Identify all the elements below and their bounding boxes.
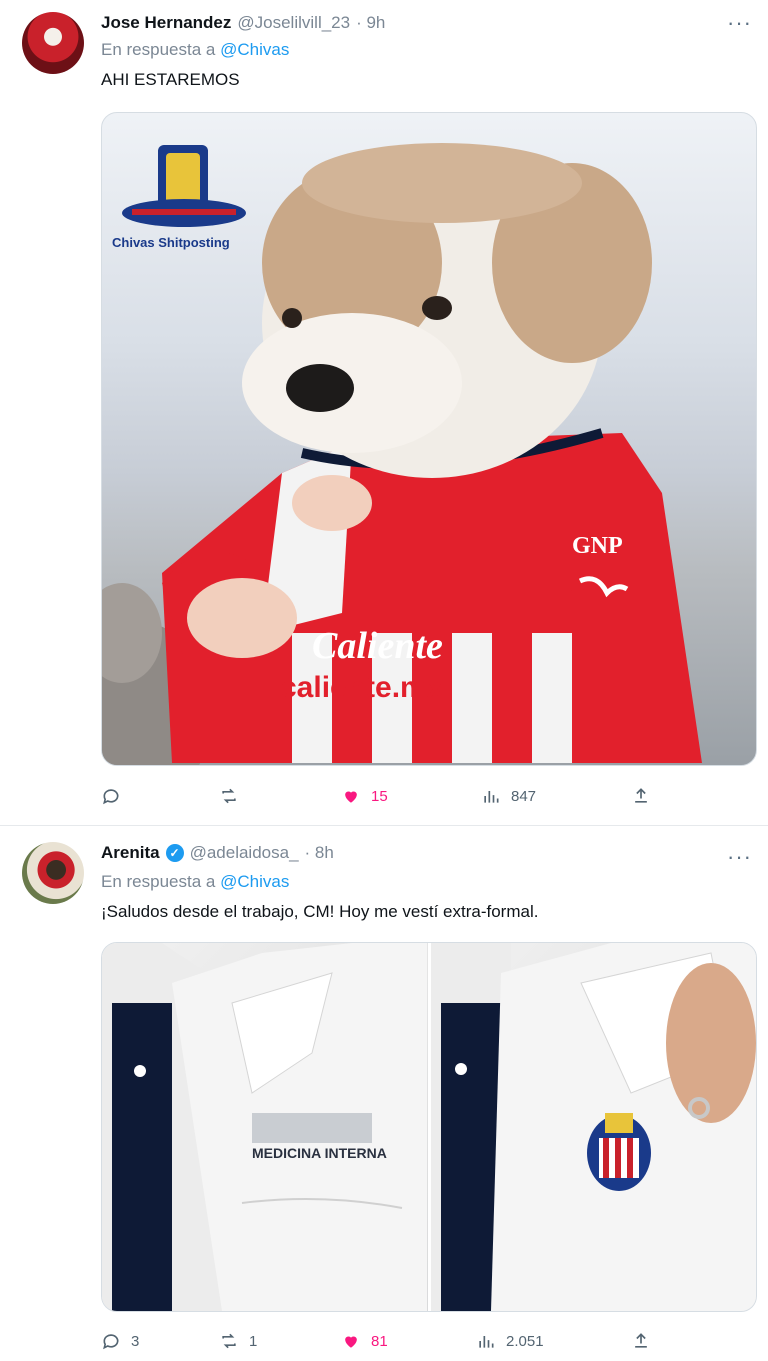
reply-action[interactable]: [101, 786, 131, 806]
tweet-images: MEDICINA INTERNA: [101, 942, 757, 1312]
avatar[interactable]: [22, 12, 84, 74]
chivas-logo: [122, 145, 246, 227]
action-bar: 15 847: [101, 781, 661, 811]
share-icon: [635, 1333, 647, 1348]
author-name[interactable]: Jose Hernandez: [101, 13, 231, 33]
tweet-photo-left[interactable]: MEDICINA INTERNA: [102, 943, 428, 1311]
avatar[interactable]: [22, 842, 84, 904]
more-options-icon[interactable]: ···: [727, 844, 752, 870]
reply-icon: [103, 789, 119, 805]
author-name[interactable]: Arenita: [101, 843, 160, 863]
reply-handle-link[interactable]: @Chivas: [220, 40, 289, 59]
tweet-text: ¡Saludos desde el trabajo, CM! Hoy me ve…: [101, 902, 539, 921]
more-options-icon[interactable]: ···: [727, 10, 752, 36]
jersey-script: Caliente: [312, 625, 443, 667]
share-action[interactable]: [631, 786, 651, 806]
reply-prefix: En respuesta a: [101, 40, 216, 59]
author-handle[interactable]: @adelaidosa_: [190, 843, 299, 863]
like-action[interactable]: 15: [341, 786, 388, 806]
reply-count: 3: [131, 1332, 140, 1350]
reply-prefix: En respuesta a: [101, 872, 216, 891]
embroidery-text: MEDICINA INTERNA: [252, 1145, 387, 1161]
tweet-header: Arenita ✓ @adelaidosa_ · 8h: [101, 840, 334, 866]
tweet-2[interactable]: Arenita ✓ @adelaidosa_ · 8h ··· En respu…: [0, 826, 768, 1361]
views-action[interactable]: 2.051: [476, 1331, 544, 1351]
reply-action[interactable]: 3: [101, 1331, 139, 1351]
view-count: 2.051: [506, 1332, 544, 1350]
like-count: 81: [371, 1332, 388, 1350]
share-icon: [635, 788, 647, 803]
retweet-icon: [222, 788, 236, 804]
share-action[interactable]: [631, 1331, 651, 1351]
timestamp[interactable]: · 8h: [305, 843, 334, 863]
like-count: 15: [371, 787, 388, 805]
retweet-action[interactable]: [219, 786, 249, 806]
view-count: 847: [511, 787, 537, 805]
tweet-photo-right[interactable]: [430, 943, 756, 1311]
tweet-header: Jose Hernandez @Joselilvill_23 · 9h: [101, 10, 385, 36]
views-chart-icon: [484, 791, 499, 803]
heart-filled-icon: [345, 1336, 357, 1348]
tweet-text: AHI ESTAREMOS: [101, 70, 240, 89]
logo-caption: Chivas Shitposting: [112, 235, 230, 250]
timestamp[interactable]: · 9h: [356, 13, 385, 33]
views-action[interactable]: 847: [481, 786, 536, 806]
like-action[interactable]: 81: [341, 1331, 388, 1351]
reply-context: En respuesta a @Chivas: [101, 872, 289, 892]
verified-badge-icon: ✓: [165, 844, 184, 862]
tweet-1[interactable]: Jose Hernandez @Joselilvill_23 · 9h ··· …: [0, 0, 768, 826]
jersey-sponsor-text: caliente.mx: [280, 671, 444, 704]
author-handle[interactable]: @Joselilvill_23: [237, 13, 350, 33]
tweet-image[interactable]: Chivas Shitposting Caliente caliente.mx …: [101, 112, 757, 766]
retweet-count: 1: [249, 1332, 258, 1350]
retweet-action[interactable]: 1: [219, 1331, 257, 1351]
reply-handle-link[interactable]: @Chivas: [220, 872, 289, 891]
sleeve-sponsor: GNP: [572, 533, 623, 559]
reply-context: En respuesta a @Chivas: [101, 40, 289, 60]
views-chart-icon: [479, 1336, 494, 1348]
dog-in-jersey-image: Chivas Shitposting Caliente caliente.mx …: [102, 143, 702, 765]
heart-filled-icon: [345, 791, 357, 803]
action-bar: 3 1 81 2.051: [101, 1326, 661, 1356]
reply-icon: [103, 1334, 119, 1350]
retweet-icon: [222, 1333, 236, 1349]
